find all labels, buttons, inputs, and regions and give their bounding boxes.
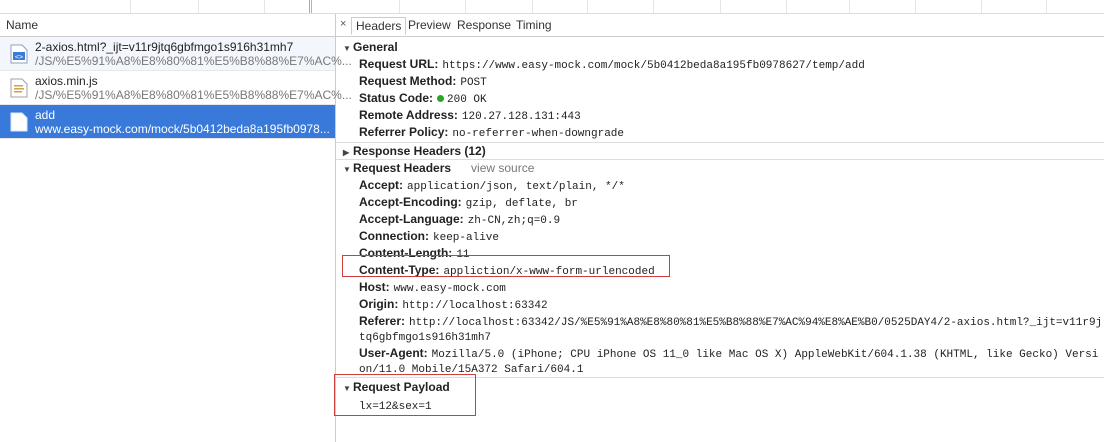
request-name: axios.min.js [35, 74, 98, 88]
payload-highlight-box [334, 374, 476, 416]
tab-preview[interactable]: Preview [408, 18, 451, 32]
view-source-link[interactable]: view source [471, 161, 534, 175]
request-name: 2-axios.html?_ijt=v11r9jtq6gbfmgo1s916h3… [35, 40, 294, 54]
triangle-right-icon: ▶ [343, 148, 350, 157]
header-key: Accept: [359, 178, 404, 192]
svg-text:<>: <> [15, 53, 23, 61]
timeline-gridline [465, 0, 466, 13]
timeline-gridline [130, 0, 131, 13]
timeline-gridline [264, 0, 265, 13]
accept-language-row: Accept-Language: zh-CN,zh;q=0.9 [359, 212, 560, 227]
timeline-gridline [399, 0, 400, 13]
section-title: Request Headers [353, 161, 452, 175]
timeline-gridline [198, 0, 199, 13]
request-list-panel: Name <> 2-axios.html?_ijt=v11r9jtq6gbfmg… [0, 14, 352, 442]
accept-row: Accept: application/json, text/plain, */* [359, 178, 625, 193]
timeline-gridline [915, 0, 916, 13]
details-tab-bar: × Headers Preview Response Timing [336, 14, 1104, 37]
header-key: Host: [359, 280, 390, 294]
header-key: User-Agent: [359, 346, 428, 360]
timeline-overview[interactable] [0, 0, 1104, 14]
accept-encoding-row: Accept-Encoding: gzip, deflate, br [359, 195, 578, 210]
request-path: /JS/%E5%91%A8%E8%80%81%E5%B8%88%E7%AC%..… [35, 88, 352, 102]
status-code-row: Status Code: 200 OK [359, 91, 487, 106]
timeline-gridline [587, 0, 588, 13]
header-value: gzip, deflate, br [465, 198, 578, 210]
host-row: Host: www.easy-mock.com [359, 280, 506, 295]
section-title: General [353, 40, 398, 54]
timeline-load-marker [311, 0, 312, 13]
request-method-row: Request Method: POST [359, 74, 487, 89]
header-value: zh-CN,zh;q=0.9 [467, 215, 561, 227]
header-value: 120.27.128.131:443 [461, 111, 581, 123]
header-key: Request URL: [359, 57, 439, 71]
header-value: tq6gbfmgo1s916h31mh7 [359, 332, 492, 344]
header-value: no-referrer-when-downgrade [452, 128, 625, 140]
timeline-gridline [849, 0, 850, 13]
header-key: Referrer Policy: [359, 125, 449, 139]
header-value: http://localhost:63342 [402, 300, 548, 312]
user-agent-row: User-Agent: Mozilla/5.0 (iPhone; CPU iPho… [359, 346, 1098, 361]
request-row-axios-min-js[interactable]: axios.min.js /JS/%E5%91%A8%E8%80%81%E5%B… [0, 71, 352, 105]
general-section-toggle[interactable]: ▼ General [343, 40, 398, 54]
origin-row: Origin: http://localhost:63342 [359, 297, 548, 312]
request-row-add[interactable]: add www.easy-mock.com/mock/5b0412beda8a1… [0, 105, 335, 139]
header-value: 200 OK [447, 94, 487, 106]
timeline-gridline [532, 0, 533, 13]
document-icon [10, 112, 28, 132]
header-key: Status Code: [359, 91, 434, 105]
close-icon[interactable]: × [340, 18, 346, 30]
tab-timing[interactable]: Timing [516, 18, 552, 32]
header-value: http://localhost:63342/JS/%E5%91%A8%E8%8… [409, 317, 1103, 329]
referer-row: Referer: http://localhost:63342/JS/%E5%91… [359, 314, 1102, 329]
triangle-down-icon: ▼ [343, 44, 351, 53]
triangle-down-icon: ▼ [343, 165, 351, 174]
request-url-row: Request URL: https://www.easy-mock.com/mo… [359, 57, 865, 72]
status-ok-icon [437, 95, 445, 102]
script-file-icon [10, 78, 28, 98]
header-value: https://www.easy-mock.com/mock/5b0412bed… [442, 60, 865, 72]
response-headers-section-toggle[interactable]: ▶ Response Headers (12) [343, 144, 486, 158]
tab-headers[interactable]: Headers [351, 17, 407, 35]
request-headers-section-toggle[interactable]: ▼ Request Headers view source [343, 161, 534, 175]
tab-response[interactable]: Response [457, 18, 511, 32]
timeline-dom-marker [309, 0, 310, 13]
header-key: Origin: [359, 297, 399, 311]
timeline-gridline [720, 0, 721, 13]
section-divider [336, 142, 1104, 143]
header-value: Mozilla/5.0 (iPhone; CPU iPhone OS 11_0 … [431, 349, 1099, 361]
header-key: Accept-Encoding: [359, 195, 462, 209]
remote-address-row: Remote Address: 120.27.128.131:443 [359, 108, 581, 123]
name-column-header[interactable]: Name [0, 14, 335, 37]
html-file-icon: <> [10, 44, 28, 64]
request-path: /JS/%E5%91%A8%E8%80%81%E5%B8%88%E7%AC%..… [35, 54, 352, 68]
section-title: Response Headers (12) [353, 144, 486, 158]
timeline-gridline [786, 0, 787, 13]
header-key: Request Method: [359, 74, 457, 88]
timeline-gridline [1046, 0, 1047, 13]
referer-row-continued: tq6gbfmgo1s916h31mh7 [359, 329, 491, 344]
header-value: keep-alive [433, 232, 500, 244]
content-type-highlight-box [342, 255, 670, 277]
timeline-gridline [981, 0, 982, 13]
section-divider [336, 159, 1104, 160]
header-value: application/json, text/plain, */* [407, 181, 625, 193]
request-path: www.easy-mock.com/mock/5b0412beda8a195fb… [35, 122, 330, 136]
header-value: POST [460, 77, 487, 89]
request-name: add [35, 108, 56, 122]
connection-row: Connection: keep-alive [359, 229, 499, 244]
timeline-gridline [653, 0, 654, 13]
request-row-axios-html[interactable]: <> 2-axios.html?_ijt=v11r9jtq6gbfmgo1s91… [0, 37, 352, 71]
referrer-policy-row: Referrer Policy: no-referrer-when-downgra… [359, 125, 624, 140]
header-key: Referer: [359, 314, 406, 328]
request-details-panel: × Headers Preview Response Timing ▼ Gener… [334, 14, 1104, 442]
header-key: Connection: [359, 229, 429, 243]
header-value: www.easy-mock.com [393, 283, 506, 295]
header-key: Remote Address: [359, 108, 458, 122]
header-key: Accept-Language: [359, 212, 464, 226]
